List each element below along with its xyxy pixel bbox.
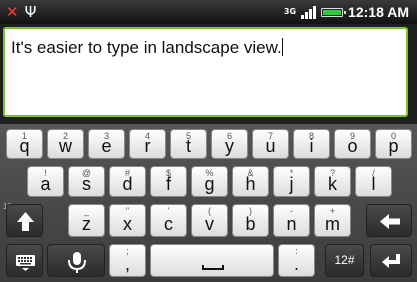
key-o[interactable]: 9o [334,129,371,159]
symbols-key-label: 12# [334,253,355,267]
hide-keyboard-key[interactable] [6,244,43,277]
key-label: u [265,136,276,156]
key-label: x [123,214,132,234]
key-label: e [101,136,112,156]
key-y[interactable]: 6y [211,129,248,159]
key-label: p [388,136,399,156]
key-e[interactable]: 3e [88,129,125,159]
keyboard-icon [16,255,35,271]
status-bar: ✕ Ψ 3G 12:18 AM [0,0,417,24]
key-label: c [164,214,173,234]
key-label: w [59,136,72,156]
key-p[interactable]: 0p [375,129,412,159]
symbols-key[interactable]: 12# [325,244,364,277]
key-label: j [289,174,294,194]
key-a[interactable]: ! a [27,166,64,197]
key-label: k [328,174,337,194]
missed-call-icon[interactable]: ✕ [6,2,19,22]
text-caret [281,38,283,56]
key-label: , [124,254,130,274]
key-g[interactable]: % g [191,166,228,197]
key-label: . [293,254,299,274]
key-t[interactable]: 5t [170,129,207,159]
status-right: 3G 12:18 AM [284,2,409,22]
soft-keyboard: 10 1q 2w 3e 4r 5t 6y 7u 8i 9o 0p !a @s #… [0,124,417,282]
key-label: o [347,136,358,156]
key-v[interactable]: (v [191,204,228,237]
key-j[interactable]: * j [273,166,310,197]
microphone-icon [68,252,86,273]
key-label: b [245,214,256,234]
key-c[interactable]: ' c [150,204,187,237]
key-f[interactable]: $ f [150,166,187,197]
signal-bars-icon [301,5,317,19]
battery-icon [321,7,347,17]
key-label: a [40,174,51,194]
key-label: t [185,136,191,156]
key-x[interactable]: " x [109,204,146,237]
key-label: r [144,136,151,156]
backspace-arrow-icon [380,214,400,229]
key-z[interactable]: _ z [68,204,105,237]
key-label: q [19,136,30,156]
text-input-field[interactable]: It's easier to type in landscape view. [3,27,408,117]
space-bar-icon [202,265,224,270]
key-label: g [204,174,215,194]
key-label: y [225,136,234,156]
key-label: d [122,174,133,194]
key-s[interactable]: @ s [68,166,105,197]
key-label: h [245,174,256,194]
key-m[interactable]: + m [314,204,351,237]
key-d[interactable]: # d [109,166,146,197]
notification-icons: ✕ Ψ [6,2,36,22]
key-label: f [165,174,171,194]
shift-arrow-icon [17,212,34,231]
voice-input-key[interactable] [47,244,105,277]
editor-frame: It's easier to type in landscape view. [0,24,417,124]
key-label: n [286,214,297,234]
shift-key[interactable] [6,204,43,237]
key-h[interactable]: & h [232,166,269,197]
key-w[interactable]: 2w [47,129,84,159]
enter-key[interactable] [370,244,412,277]
key-l[interactable]: / l [355,166,392,197]
key-period[interactable]: :. [278,244,315,277]
key-n[interactable]: -n [273,204,310,237]
key-label: m [325,214,340,234]
key-k[interactable]: ? k [314,166,351,197]
key-label: i [309,136,314,156]
key-u[interactable]: 7u [252,129,289,159]
backspace-key[interactable] [366,204,412,237]
clock: 12:18 AM [348,4,409,20]
key-label: l [371,174,376,194]
key-r[interactable]: 4r [129,129,166,159]
editor-text: It's easier to type in landscape view. [11,38,282,57]
network-type-label: 3G [283,7,297,16]
space-key[interactable] [150,244,274,277]
key-b[interactable]: ) b [232,204,269,237]
key-label: s [82,174,91,194]
key-i[interactable]: 8i [293,129,330,159]
key-label: z [82,214,91,234]
usb-icon[interactable]: Ψ [25,2,37,22]
key-comma[interactable]: ;, [109,244,146,277]
enter-arrow-icon [382,254,400,268]
key-label: v [205,214,214,234]
key-q[interactable]: 1q [6,129,43,159]
